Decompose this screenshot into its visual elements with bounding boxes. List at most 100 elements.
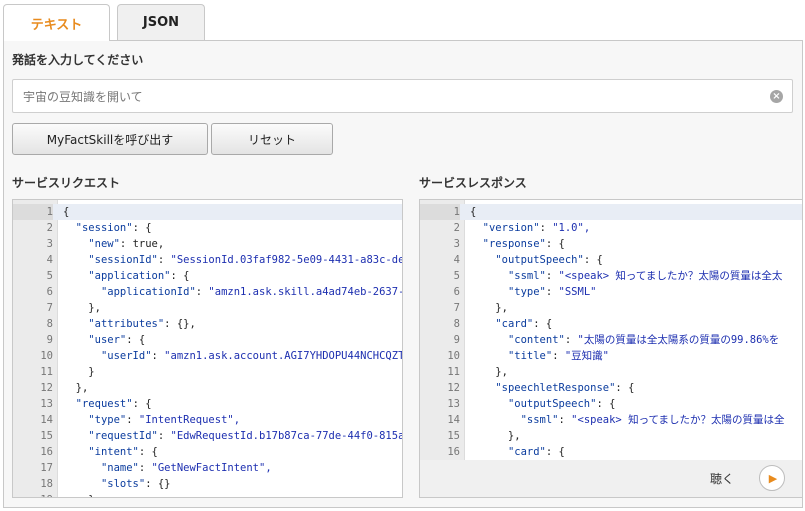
play-icon: ▶ (768, 471, 778, 485)
request-code-line: 17 "name": "GetNewFactIntent", (13, 460, 402, 476)
line-number: 8 (46, 318, 53, 330)
response-code-line: 1{ (420, 204, 802, 220)
line-number: 11 (447, 366, 460, 378)
line-number: 16 (447, 446, 460, 458)
response-code-line: 2 "version": "1.0", (420, 220, 802, 236)
line-text: }, (63, 382, 89, 394)
request-code: 1{2 "session": {3 "new": true, 4 "session… (13, 204, 402, 497)
line-number: 5 (453, 270, 460, 282)
line-number: 9 (46, 334, 53, 346)
line-text: "request": { (75, 398, 152, 410)
request-code-line: 5 "application": { (13, 268, 402, 284)
response-code-line: 10 "title": "豆知識" (420, 348, 802, 364)
line-text: "ssml": "<speak> 知ってましたか？太陽の質量は全太 (507, 270, 783, 282)
line-text: "title": "豆知識" (507, 350, 610, 362)
line-text: } (63, 366, 95, 378)
line-number: 10 (447, 350, 460, 362)
line-number: 7 (46, 302, 53, 314)
play-button[interactable]: ▶ (759, 465, 785, 491)
invoke-skill-button[interactable]: MyFactSkillを呼び出す (12, 123, 208, 155)
response-code-line: 9 "content": "太陽の質量は全太陽系の質量の99.86%を (420, 332, 802, 348)
line-number: 15 (40, 430, 53, 442)
clear-icon[interactable]: × (770, 90, 783, 103)
line-text: "content": "太陽の質量は全太陽系の質量の99.86%を (507, 334, 780, 346)
line-text: "name": "GetNewFactIntent", (100, 462, 272, 474)
tab-text[interactable]: テキスト (3, 4, 110, 41)
request-code-line: 16 "intent": { (13, 444, 402, 460)
response-code-line: 8 "card": { (420, 316, 802, 332)
line-number: 15 (447, 430, 460, 442)
line-text: "applicationId": "amzn1.ask.skill.a4ad74… (100, 286, 403, 298)
line-number: 7 (453, 302, 460, 314)
line-text: } (63, 492, 94, 497)
request-code-line: 18 "slots": {} (13, 476, 402, 492)
request-code-line: 19 } (13, 492, 402, 497)
line-number: 4 (46, 254, 53, 266)
line-text: "userId": "amzn1.ask.account.AGI7YHDOPU4… (100, 350, 403, 362)
line-text: "new": true, (88, 238, 165, 250)
service-request-label: サービスリクエスト (12, 176, 121, 190)
tab-json[interactable]: JSON (117, 4, 205, 40)
request-code-line: 2 "session": { (13, 220, 402, 236)
line-text: "slots": {} (100, 478, 171, 490)
response-code-line: 16 "card": { (420, 444, 802, 460)
request-code-line: 8 "attributes": {}, (13, 316, 402, 332)
line-number: 5 (46, 270, 53, 282)
response-code: 1{2 "version": "1.0", 3 "response": {4 "o… (420, 204, 802, 460)
line-text: "type": "IntentRequest", (88, 414, 241, 426)
line-number: 6 (46, 286, 53, 298)
line-number: 3 (46, 238, 53, 250)
response-code-line: 11 }, (420, 364, 802, 380)
request-code-line: 15 "requestId": "EdwRequestId.b17b87ca-7… (13, 428, 402, 444)
request-code-line: 3 "new": true, (13, 236, 402, 252)
line-number: 8 (453, 318, 460, 330)
request-code-line: 4 "sessionId": "SessionId.03faf982-5e09-… (13, 252, 402, 268)
line-text: "requestId": "EdwRequestId.b17b87ca-77de… (88, 430, 403, 442)
request-code-line: 9 "user": { (13, 332, 402, 348)
line-text: }, (470, 366, 508, 378)
line-text: "card": { (507, 446, 565, 458)
request-code-line: 13 "request": { (13, 396, 402, 412)
line-text: }, (470, 302, 508, 314)
response-code-line: 14 "ssml": "<speak> 知ってましたか？太陽の質量は全 (420, 412, 802, 428)
line-number: 14 (40, 414, 53, 426)
service-response-label: サービスレスポンス (419, 176, 527, 190)
line-text: "attributes": {}, (88, 318, 196, 330)
line-text: }, (63, 302, 101, 314)
request-code-line: 7 }, (13, 300, 402, 316)
request-code-line: 14 "type": "IntentRequest", (13, 412, 402, 428)
request-code-line: 1{ (13, 204, 402, 220)
line-text: "ssml": "<speak> 知ってましたか？太陽の質量は全 (520, 414, 785, 426)
request-code-line: 10 "userId": "amzn1.ask.account.AGI7YHDO… (13, 348, 402, 364)
request-code-line: 6 "applicationId": "amzn1.ask.skill.a4ad… (13, 284, 402, 300)
line-number: 13 (447, 398, 460, 410)
line-text: "application": { (88, 270, 190, 282)
line-number: 10 (40, 350, 53, 362)
line-text: "type": "SSML" (507, 286, 597, 298)
reset-button[interactable]: リセット (211, 123, 333, 155)
line-number: 12 (40, 382, 53, 394)
line-number: 1 (13, 204, 53, 220)
response-code-line: 12 "speechletResponse": { (420, 380, 802, 396)
line-number: 4 (453, 254, 460, 266)
line-text: "session": { (75, 222, 152, 234)
response-editor[interactable]: 1{2 "version": "1.0", 3 "response": {4 "o… (419, 199, 803, 461)
response-code-line: 3 "response": { (420, 236, 802, 252)
response-code-line: 5 "ssml": "<speak> 知ってましたか？太陽の質量は全太 (420, 268, 802, 284)
line-text: "intent": { (88, 446, 158, 458)
utterance-input[interactable] (13, 80, 753, 112)
line-text: "sessionId": "SessionId.03faf982-5e09-44… (88, 254, 403, 266)
line-number: 1 (420, 204, 460, 220)
line-number: 3 (453, 238, 460, 250)
utterance-field: × (12, 79, 793, 113)
line-text: "response": { (482, 238, 565, 250)
line-text: "speechletResponse": { (495, 382, 635, 394)
line-number: 11 (40, 366, 53, 378)
line-text: "card": { (495, 318, 553, 330)
line-number: 9 (453, 334, 460, 346)
request-code-line: 12 }, (13, 380, 402, 396)
request-editor[interactable]: 1{2 "session": {3 "new": true, 4 "session… (12, 199, 403, 498)
line-text: "outputSpeech": { (507, 398, 616, 410)
line-text: "outputSpeech": { (495, 254, 603, 266)
response-code-line: 13 "outputSpeech": { (420, 396, 802, 412)
